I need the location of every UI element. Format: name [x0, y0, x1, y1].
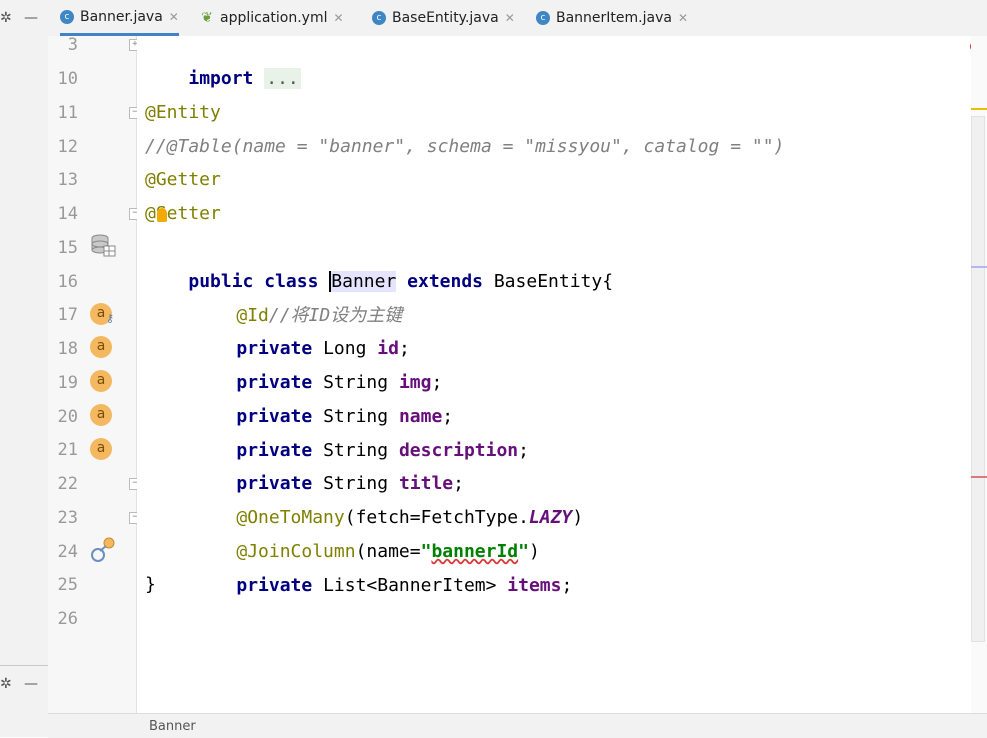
close-icon[interactable]: ✕ [678, 11, 688, 25]
spring-leaf-icon: ❦ [201, 10, 213, 26]
code-line-20: private String description; [193, 400, 529, 461]
line-number: 23 [57, 508, 78, 528]
close-icon[interactable]: ✕ [169, 10, 179, 24]
import-keyword: import [188, 68, 254, 89]
line-number: 20 [57, 407, 78, 427]
editor-gutter[interactable]: 3 10 11 12 13 14 15 16 17 18 19 20 21 22… [48, 35, 141, 713]
key-icon: ⚷ [106, 312, 115, 325]
code-line-23: @JoinColumn(name="bannerId") [193, 501, 539, 562]
close-icon[interactable]: ✕ [334, 11, 344, 25]
semicolon: ; [518, 440, 529, 461]
field-icon[interactable]: a [90, 438, 112, 460]
gear-icon[interactable]: ✲ [0, 10, 12, 26]
code-line-19: private String name; [193, 366, 453, 427]
line-number: 14 [57, 204, 78, 224]
table-comment: //@Table(name = "banner", schema = "miss… [145, 136, 785, 157]
line-number: 17 [57, 305, 78, 325]
tab-banneritem-java[interactable]: c BannerItem.java ✕ [536, 0, 688, 36]
database-icon[interactable] [90, 234, 116, 258]
line-number: 24 [57, 542, 78, 562]
class-icon: c [372, 11, 386, 25]
warning-marker[interactable] [971, 108, 987, 110]
breadcrumb-bar: Banner [48, 713, 987, 738]
line-number: 26 [57, 609, 78, 629]
usage-marker[interactable] [971, 266, 987, 268]
code-editor[interactable]: import ... @Entity //@Table(name = "bann… [137, 36, 971, 713]
field-icon[interactable]: a [90, 336, 112, 358]
code-line-24: private List<BannerItem> items; [193, 535, 572, 596]
vertical-scrollbar[interactable] [971, 36, 987, 713]
field-type: List<BannerItem> [323, 575, 497, 596]
private-keyword: private [236, 575, 313, 596]
semicolon: ; [561, 575, 573, 596]
line-number: 3 [67, 35, 78, 55]
error-marker[interactable] [971, 476, 987, 478]
code-line-13: @Getter [145, 169, 221, 190]
field-icon[interactable]: a [90, 404, 112, 426]
code-line-15: public class Banner extends BaseEntity{ [145, 231, 613, 292]
line-number: 18 [57, 339, 78, 359]
field-icon[interactable]: a [90, 370, 112, 392]
paren: ) [572, 507, 584, 528]
tab-label: BaseEntity.java [392, 10, 499, 26]
tab-label: BannerItem.java [556, 10, 672, 26]
line-number: 11 [57, 103, 78, 123]
minimize-icon[interactable]: — [24, 10, 38, 26]
line-number: 13 [57, 170, 78, 190]
extends-keyword: extends [407, 271, 483, 292]
code-line-12: //@Table(name = "banner", schema = "miss… [145, 130, 784, 164]
line-number: 22 [57, 474, 78, 494]
field-name: items [507, 575, 562, 596]
tab-baseentity-java[interactable]: c BaseEntity.java ✕ [372, 0, 515, 36]
close-icon[interactable]: ✕ [505, 11, 515, 25]
code-line-25: } [145, 574, 156, 595]
code-line-22: @OneToMany(fetch=FetchType.LAZY) [193, 467, 583, 528]
breadcrumb[interactable]: Banner [149, 719, 196, 734]
code-line-17: private Long id; [193, 298, 409, 359]
folded-imports[interactable]: ... [264, 68, 301, 89]
line-number: 12 [57, 137, 78, 157]
scrollbar-thumb[interactable] [971, 116, 985, 642]
code-line-11: @Entity [145, 102, 221, 123]
code-line-16: @Id//将ID设为主键 [193, 265, 402, 326]
line-number: 15 [57, 238, 78, 258]
class-icon: c [60, 9, 74, 24]
minimize-icon[interactable]: — [24, 676, 38, 692]
code-line-21: private String title; [193, 433, 464, 494]
gear-icon[interactable]: ✲ [0, 676, 12, 692]
tab-label: application.yml [220, 10, 328, 26]
code-line-3: import ... [145, 28, 301, 89]
class-icon: c [536, 11, 550, 25]
tool-window-strip: ✲ — ✲ — [0, 0, 49, 737]
link-icon[interactable] [90, 537, 116, 563]
tool-window-divider [0, 665, 48, 666]
code-line-18: private String img; [193, 332, 442, 393]
line-number: 21 [57, 440, 78, 460]
line-number: 19 [57, 373, 78, 393]
line-number: 25 [57, 575, 78, 595]
line-number: 10 [57, 69, 78, 89]
intention-bulb-icon[interactable] [157, 208, 167, 222]
line-number: 16 [57, 272, 78, 292]
tab-label: Banner.java [80, 8, 163, 25]
superclass: BaseEntity{ [493, 271, 614, 292]
